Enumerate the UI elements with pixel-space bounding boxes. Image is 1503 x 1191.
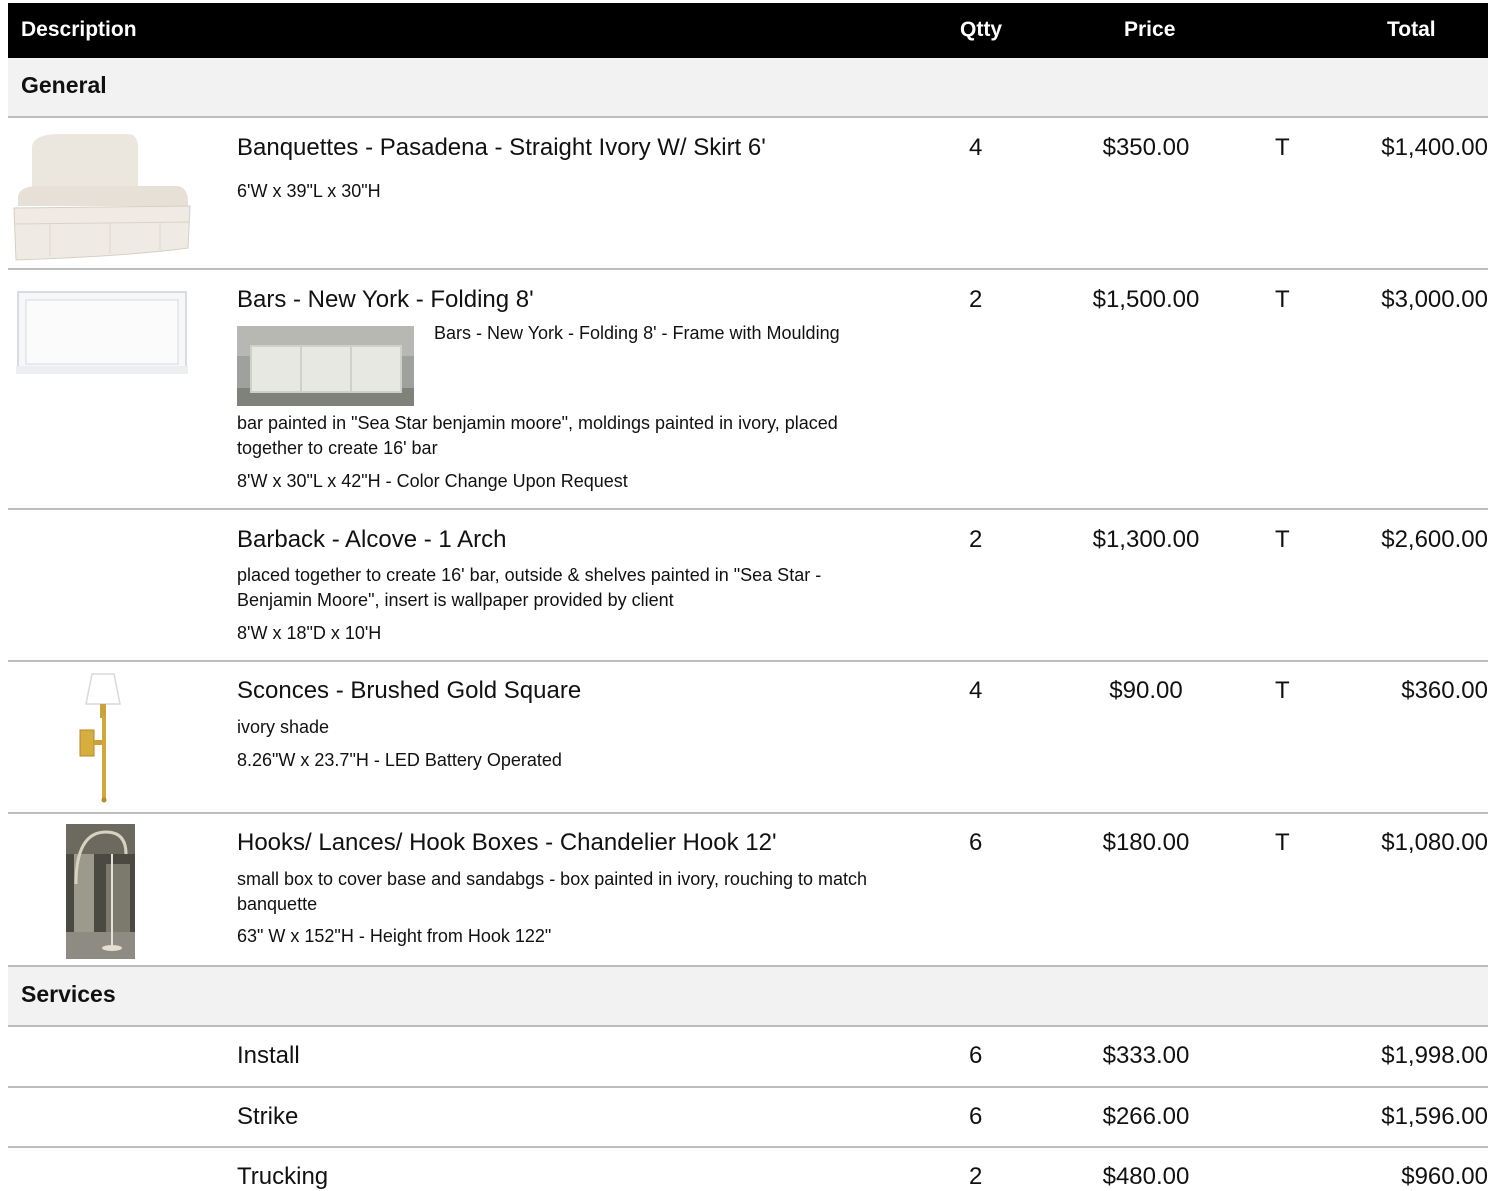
item-total: $1,400.00 — [1381, 134, 1488, 161]
service-qty: 2 — [969, 1163, 983, 1190]
item-name: Bars - New York - Folding 8' — [237, 286, 534, 313]
col-price: Price — [1124, 18, 1176, 41]
item-tax-flag: T — [1275, 286, 1290, 313]
item-qty: 6 — [969, 829, 983, 856]
item-qty: 2 — [969, 526, 983, 553]
sconce-photo — [74, 670, 138, 804]
item-price: $350.00 — [1102, 134, 1190, 161]
col-total: Total — [1387, 18, 1436, 41]
item-name: Hooks/ Lances/ Hook Boxes - Chandelier H… — [237, 829, 777, 856]
item-variant: Bars - New York - Folding 8' - Frame wit… — [434, 323, 840, 343]
section-general: General — [8, 58, 1488, 118]
table-header: Description Qtty Price Total — [8, 3, 1488, 58]
service-price: $480.00 — [1102, 1163, 1190, 1190]
chandelier-hook-photo — [66, 824, 135, 959]
item-tax-flag: T — [1275, 526, 1290, 553]
item-dimensions: 8'W x 18"D x 10'H — [237, 623, 382, 643]
service-name: Trucking — [237, 1163, 329, 1190]
item-note: ivory shade — [237, 717, 330, 737]
item-dimensions: 6'W x 39"L x 30"H — [237, 181, 381, 201]
item-price: $180.00 — [1102, 829, 1190, 856]
item-price: $1,300.00 — [1092, 526, 1200, 553]
item-tax-flag: T — [1275, 829, 1290, 856]
service-price: $266.00 — [1102, 1103, 1190, 1130]
item-note: placed together to create 16' bar, outsi… — [237, 565, 822, 610]
section-title: General — [21, 72, 107, 98]
row-divider — [8, 1146, 1488, 1148]
service-total: $1,998.00 — [1381, 1042, 1488, 1069]
item-tax-flag: T — [1275, 677, 1290, 704]
col-qty: Qtty — [960, 18, 1002, 41]
row-divider — [8, 660, 1488, 662]
service-qty: 6 — [969, 1103, 983, 1130]
bar-frame-photo — [237, 326, 414, 406]
item-dimensions: 63" W x 152"H - Height from Hook 122" — [237, 926, 552, 946]
banquette-photo — [10, 126, 192, 264]
row-divider — [8, 268, 1488, 270]
item-name: Sconces - Brushed Gold Square — [237, 677, 582, 704]
service-name: Install — [237, 1042, 300, 1069]
service-price: $333.00 — [1102, 1042, 1190, 1069]
item-name: Barback - Alcove - 1 Arch — [237, 526, 507, 553]
item-qty: 4 — [969, 677, 983, 704]
service-qty: 6 — [969, 1042, 983, 1069]
item-tax-flag: T — [1275, 134, 1290, 161]
row-divider — [8, 812, 1488, 814]
item-dimensions: 8'W x 30"L x 42"H - Color Change Upon Re… — [237, 471, 628, 491]
service-total: $1,596.00 — [1381, 1103, 1488, 1130]
col-description: Description — [21, 18, 137, 41]
item-note: bar painted in "Sea Star benjamin moore"… — [237, 413, 838, 458]
row-divider — [8, 508, 1488, 510]
item-name: Banquettes - Pasadena - Straight Ivory W… — [237, 134, 766, 161]
item-price: $1,500.00 — [1092, 286, 1200, 313]
service-name: Strike — [237, 1103, 299, 1130]
service-total: $960.00 — [1401, 1163, 1488, 1190]
item-qty: 2 — [969, 286, 983, 313]
item-dimensions: 8.26"W x 23.7"H - LED Battery Operated — [237, 750, 562, 770]
item-total: $360.00 — [1401, 677, 1488, 704]
item-note: small box to cover base and sandabgs - b… — [237, 869, 868, 914]
item-qty: 4 — [969, 134, 983, 161]
section-title: Services — [21, 981, 116, 1007]
section-services: Services — [8, 965, 1488, 1027]
item-price: $90.00 — [1109, 677, 1183, 704]
row-divider — [8, 1086, 1488, 1088]
item-total: $2,600.00 — [1381, 526, 1488, 553]
item-total: $1,080.00 — [1381, 829, 1488, 856]
bar-photo — [16, 290, 188, 374]
item-total: $3,000.00 — [1381, 286, 1488, 313]
